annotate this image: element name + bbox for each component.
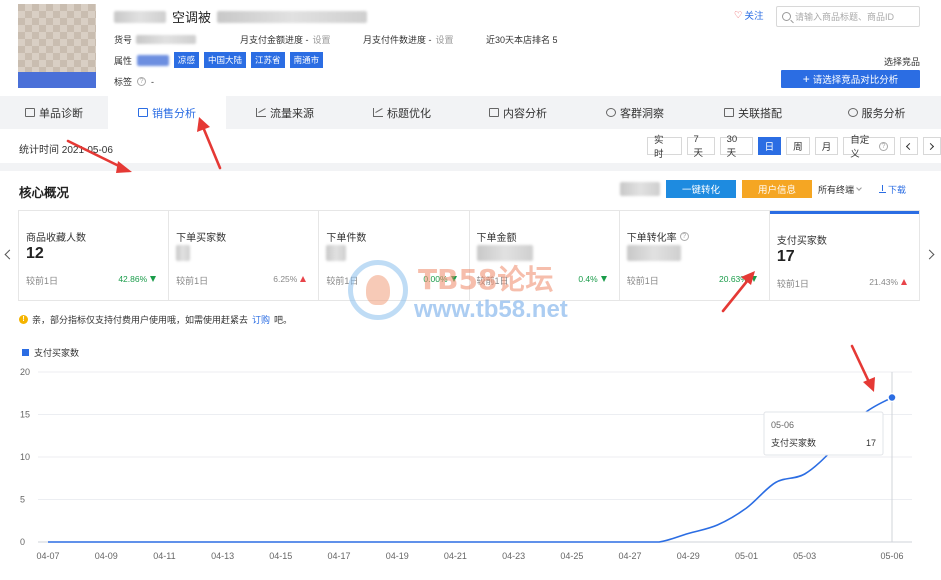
x-tick-label: 04-15 [269, 551, 292, 561]
tooltip-label: 支付买家数 [771, 437, 816, 448]
tooltip-date: 05-06 [771, 420, 794, 430]
tooltip-value: 17 [866, 438, 876, 448]
y-tick-label: 5 [20, 495, 25, 505]
x-tick-label: 04-25 [560, 551, 583, 561]
x-tick-label: 05-06 [880, 551, 903, 561]
x-tick-label: 04-29 [677, 551, 700, 561]
x-tick-label: 04-21 [444, 551, 467, 561]
y-tick-label: 0 [20, 537, 25, 547]
chart-tooltip: 05-06 支付买家数 17 [763, 411, 884, 456]
x-tick-label: 04-07 [36, 551, 59, 561]
y-tick-label: 15 [20, 410, 30, 420]
x-tick-label: 04-17 [328, 551, 351, 561]
x-tick-label: 05-01 [735, 551, 758, 561]
x-tick-label: 04-13 [211, 551, 234, 561]
y-tick-label: 10 [20, 452, 30, 462]
x-tick-label: 04-19 [386, 551, 409, 561]
x-tick-label: 04-27 [619, 551, 642, 561]
y-tick-label: 20 [20, 367, 30, 377]
x-tick-label: 04-23 [502, 551, 525, 561]
pay-buyers-line-chart: 0 5 10 15 20 04-07 04-09 04-11 04-13 04-15 04-17 04… [20, 367, 912, 561]
x-tick-label: 04-09 [95, 551, 118, 561]
x-tick-label: 05-03 [793, 551, 816, 561]
x-tick-label: 04-11 [153, 551, 175, 561]
tooltip-box [763, 411, 884, 456]
data-point [887, 392, 897, 403]
